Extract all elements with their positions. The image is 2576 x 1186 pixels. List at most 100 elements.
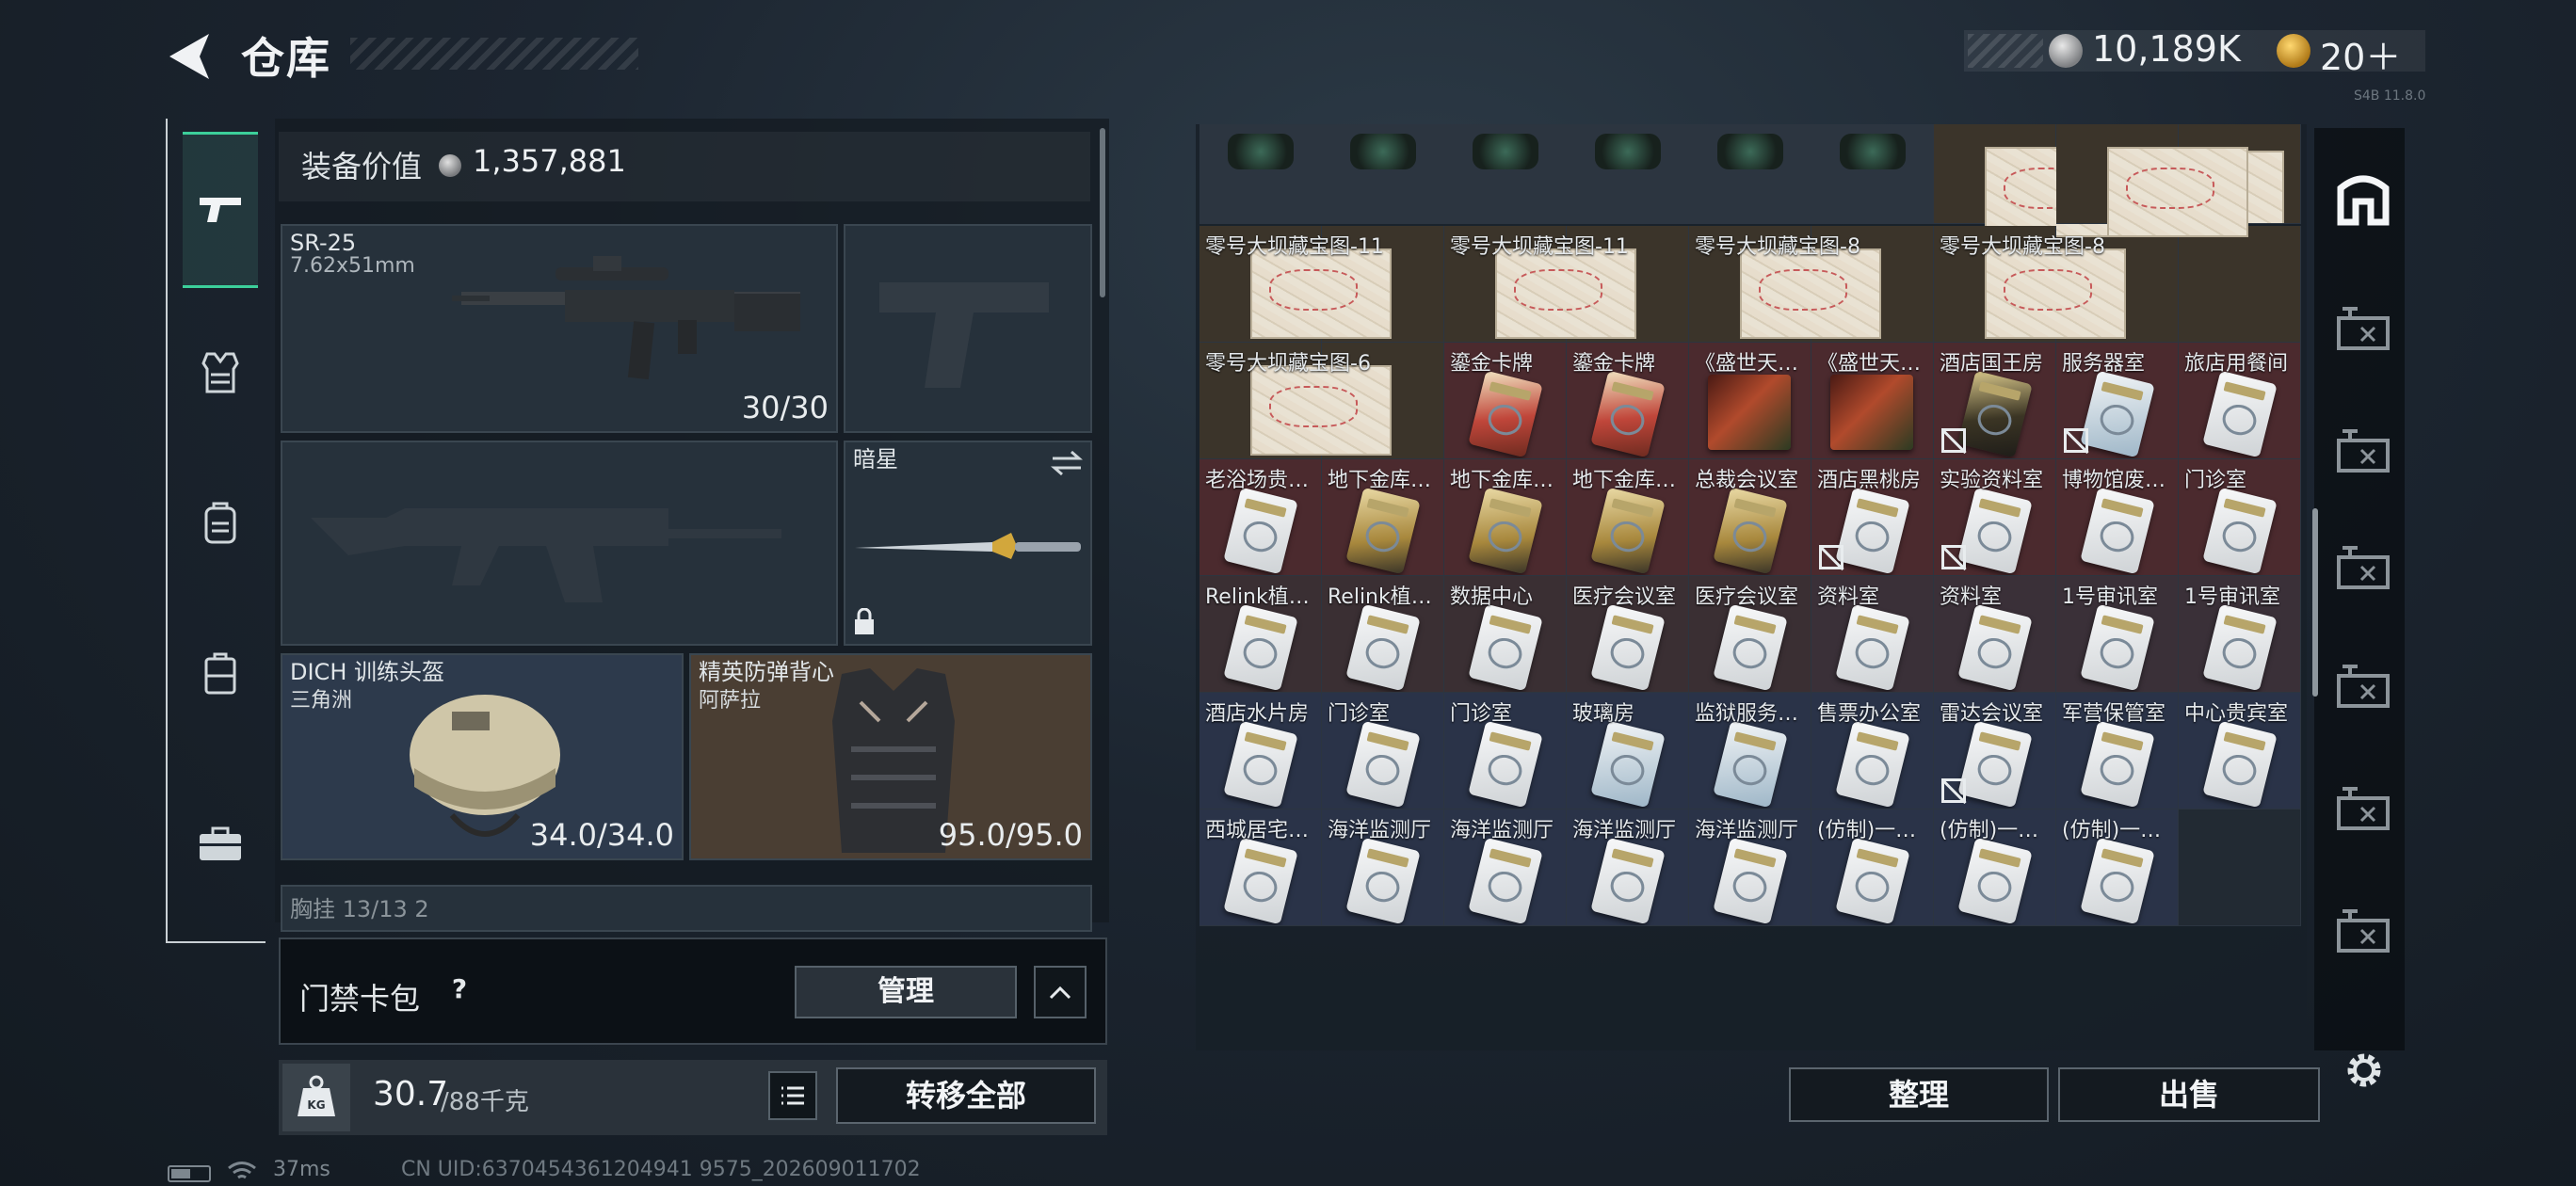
storage-item[interactable]: (仿制)一… — [1811, 809, 1934, 926]
storage-item[interactable]: 雷达会议室 — [1934, 693, 2056, 809]
secondary-weapon-slot[interactable] — [281, 441, 838, 646]
item-name: Relink植… — [1205, 585, 1310, 609]
storage-tab-5[interactable] — [2327, 772, 2399, 843]
sell-button[interactable]: 出售 — [2058, 1067, 2320, 1122]
list-view-button[interactable] — [768, 1071, 817, 1120]
settings-button[interactable] — [2341, 1047, 2388, 1094]
storage-tab-2[interactable] — [2327, 414, 2399, 486]
storage-item[interactable]: 海洋监测厅 — [1444, 809, 1567, 926]
storage-item[interactable] — [1567, 124, 1689, 224]
manage-button[interactable]: 管理 — [795, 966, 1017, 1018]
transfer-all-button[interactable]: 转移全部 — [836, 1067, 1096, 1124]
storage-item[interactable]: 老浴场贵… — [1199, 459, 1322, 576]
tab-toolbox[interactable] — [183, 768, 258, 919]
item-name: 1号审讯室 — [2062, 585, 2158, 609]
storage-tab-6[interactable] — [2327, 894, 2399, 966]
back-button[interactable] — [166, 30, 213, 83]
storage-tab-3[interactable] — [2327, 531, 2399, 602]
storage-item[interactable]: 西城居宅… — [1199, 809, 1322, 926]
storage-item[interactable]: 门诊室 — [1444, 693, 1567, 809]
storage-item[interactable]: 玻璃房 — [1567, 693, 1689, 809]
storage-row: 酒店水片房 门诊室 门诊室 玻璃房 监狱服务… 售票办公室 雷达会议室 军营保管室 中心贵宾室 — [1199, 693, 2307, 809]
storage-tab-0[interactable] — [2327, 162, 2399, 233]
iv-folder-icon — [2337, 546, 2390, 589]
storage-item[interactable]: 零号大坝藏宝图-8 — [1689, 226, 1881, 343]
storage-item[interactable]: 《盛世天… — [1811, 343, 1934, 459]
storage-item[interactable]: 门诊室 — [2179, 459, 2301, 576]
storage-scrollbar[interactable] — [2312, 508, 2318, 697]
item-name: 《盛世天… — [1817, 352, 1922, 376]
swap-icon[interactable] — [1051, 450, 1083, 476]
storage-item[interactable]: 海洋监测厅 — [1689, 809, 1811, 926]
storage-item[interactable]: 酒店黑桃房 — [1811, 459, 1934, 576]
tab-armor[interactable] — [183, 297, 258, 448]
storage-item[interactable]: 门诊室 — [1322, 693, 1444, 809]
storage-item[interactable]: 零号大坝藏宝图-6 — [1199, 343, 1392, 459]
storage-item[interactable]: 鎏金卡牌 — [1567, 343, 1689, 459]
storage-item[interactable] — [2056, 124, 2248, 237]
storage-item[interactable]: 零号大坝藏宝图-8 — [1934, 226, 2126, 343]
storage-item[interactable]: 总裁会议室 — [1689, 459, 1811, 576]
storage-item[interactable]: 鎏金卡牌 — [1444, 343, 1567, 459]
tab-backpack[interactable] — [183, 448, 258, 599]
storage-item[interactable]: (仿制)一… — [1934, 809, 2056, 926]
keycard-icon — [1468, 487, 1543, 575]
storage-item[interactable] — [1322, 124, 1444, 224]
storage-item[interactable]: 酒店国王房 — [1934, 343, 2056, 459]
storage-item[interactable] — [1689, 124, 1811, 224]
storage-item[interactable]: 海洋监测厅 — [1567, 809, 1689, 926]
map-icon — [1985, 248, 2126, 339]
storage-item[interactable]: 零号大坝藏宝图-11 — [1199, 226, 1392, 343]
storage-item[interactable] — [1444, 124, 1567, 224]
storage-item[interactable]: 数据中心 — [1444, 576, 1567, 693]
sort-button[interactable]: 整理 — [1789, 1067, 2049, 1122]
pistol-slot[interactable] — [844, 224, 1092, 433]
equipment-scrollbar[interactable] — [1100, 128, 1105, 297]
storage-item[interactable] — [1811, 124, 1934, 224]
storage-item[interactable]: 售票办公室 — [1811, 693, 1934, 809]
storage-item[interactable]: 1号审讯室 — [2056, 576, 2179, 693]
storage-item[interactable]: 资料室 — [1934, 576, 2056, 693]
rifle-silhouette-icon — [311, 508, 781, 602]
storage-item[interactable]: Relink植… — [1322, 576, 1444, 693]
storage-tab-4[interactable] — [2327, 649, 2399, 721]
storage-item[interactable]: Relink植… — [1199, 576, 1322, 693]
storage-tab-1[interactable] — [2327, 292, 2399, 363]
storage-item[interactable]: 1号审讯室 — [2179, 576, 2301, 693]
storage-item[interactable]: 酒店水片房 — [1199, 693, 1322, 809]
armor-slot[interactable]: 精英防弹背心 阿萨拉 95.0/95.0 — [689, 653, 1092, 860]
help-icon[interactable]: ? — [443, 973, 476, 1007]
storage-item[interactable]: 地下金库… — [1322, 459, 1444, 576]
helmet-slot[interactable]: DICH 训练头盔 三角洲 34.0/34.0 — [281, 653, 684, 860]
item-name: (仿制)一… — [1940, 819, 2039, 842]
storage-item[interactable]: 海洋监测厅 — [1322, 809, 1444, 926]
keycard-pack-label: 门禁卡包 — [299, 981, 421, 1017]
melee-slot[interactable]: 暗星 — [844, 441, 1092, 646]
primary-weapon-slot[interactable]: SR-25 7.62x51mm 30/30 — [281, 224, 838, 433]
tab-weapons[interactable] — [183, 132, 258, 288]
chest-rig-slot[interactable]: 胸挂 13/13 2 — [281, 885, 1092, 932]
storage-item[interactable]: 旅店用餐间 — [2179, 343, 2301, 459]
ticket-count[interactable]: 20＋ — [2320, 28, 2401, 80]
item-name: 售票办公室 — [1817, 702, 1922, 726]
storage-item[interactable]: 中心贵宾室 — [2179, 693, 2301, 809]
storage-item[interactable]: 博物馆废… — [2056, 459, 2179, 576]
storage-item[interactable] — [1934, 124, 2126, 237]
storage-item[interactable]: (仿制)一… — [2056, 809, 2179, 926]
storage-item[interactable]: 服务器室 — [2056, 343, 2179, 459]
storage-item[interactable]: 医疗会议室 — [1567, 576, 1689, 693]
storage-item[interactable]: 军营保管室 — [2056, 693, 2179, 809]
storage-item[interactable]: 医疗会议室 — [1689, 576, 1811, 693]
storage-item[interactable]: 实验资料室 — [1934, 459, 2056, 576]
storage-item[interactable] — [1199, 124, 1322, 224]
storage-item[interactable]: 零号大坝藏宝图-11 — [1444, 226, 1636, 343]
tab-container[interactable] — [183, 599, 258, 749]
item-name: 零号大坝藏宝图-6 — [1205, 352, 1371, 376]
storage-item[interactable]: 地下金库… — [1444, 459, 1567, 576]
storage-item[interactable]: 监狱服务… — [1689, 693, 1811, 809]
collapse-button[interactable] — [1034, 966, 1087, 1018]
storage-item[interactable]: 地下金库… — [1567, 459, 1689, 576]
currency-balance[interactable]: 10,189K — [2092, 28, 2241, 70]
storage-item[interactable]: 资料室 — [1811, 576, 1934, 693]
storage-item[interactable]: 《盛世天… — [1689, 343, 1811, 459]
